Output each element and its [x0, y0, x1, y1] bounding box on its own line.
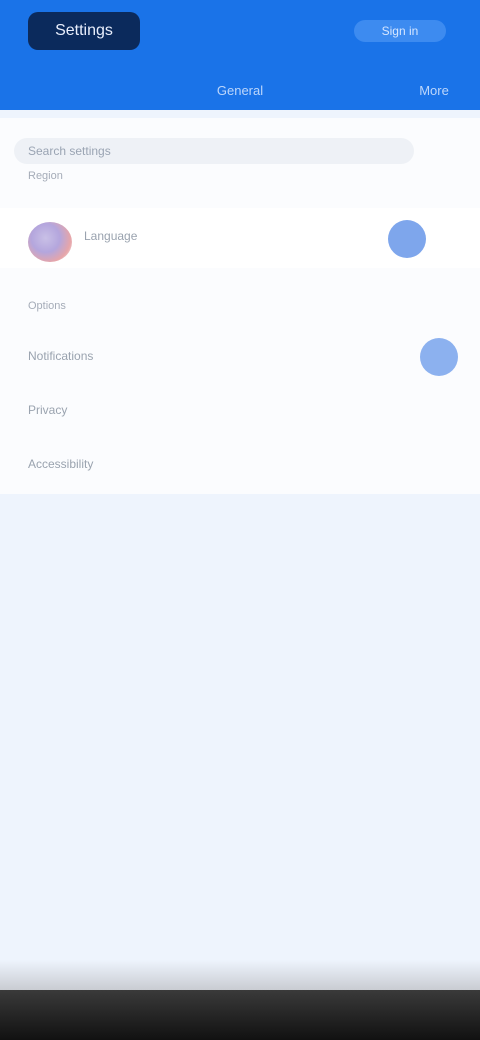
- tab-general[interactable]: General: [180, 80, 300, 102]
- list-item-privacy[interactable]: Privacy: [0, 384, 480, 438]
- list-item-label: Privacy: [28, 403, 68, 417]
- list-item-label: Language: [84, 229, 138, 243]
- list-item-label: Accessibility: [28, 457, 94, 471]
- toggle-switch[interactable]: [420, 338, 458, 376]
- tab-bar: General More: [0, 70, 480, 110]
- list-item-accessibility[interactable]: Accessibility: [0, 438, 480, 492]
- search-input[interactable]: Search settings: [14, 138, 414, 164]
- header-title: Settings: [28, 12, 140, 50]
- system-navigation-bar: [0, 990, 480, 1040]
- section-label-options: Options: [28, 300, 66, 312]
- list-item-notifications[interactable]: Notifications: [0, 330, 480, 384]
- bottom-fade: [0, 960, 480, 990]
- toggle-switch[interactable]: [388, 220, 426, 258]
- sign-in-button[interactable]: Sign in: [354, 20, 446, 42]
- list-item-language[interactable]: Language: [0, 208, 480, 268]
- app-header: Settings Sign in General More: [0, 0, 480, 110]
- list-item-label: Notifications: [28, 349, 94, 363]
- flag-icon: [28, 222, 72, 262]
- section-label-region: Region: [28, 170, 63, 182]
- tab-more[interactable]: More: [404, 80, 464, 102]
